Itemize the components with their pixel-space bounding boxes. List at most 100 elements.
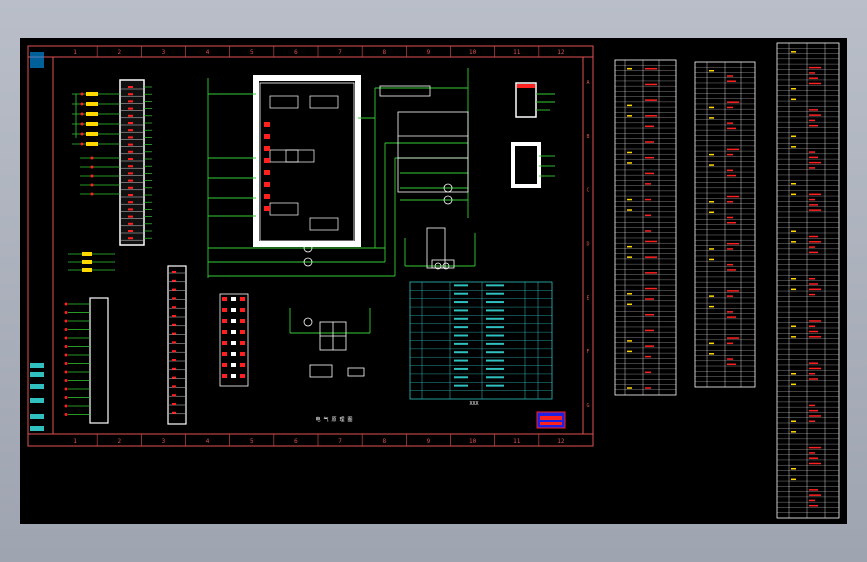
table-entry xyxy=(627,115,632,117)
table-entry xyxy=(709,305,714,308)
table-entry xyxy=(645,329,654,332)
fuse-symbol xyxy=(86,102,98,106)
table-cell-text xyxy=(486,292,504,295)
table-cell-text xyxy=(486,359,504,362)
grid-column-label: 4 xyxy=(206,438,210,445)
table-entry xyxy=(809,378,818,380)
table-entry xyxy=(809,362,818,364)
matrix-cell xyxy=(231,297,236,301)
matrix-cell xyxy=(222,374,227,378)
table-entry xyxy=(727,342,733,345)
matrix-cell xyxy=(231,319,236,323)
table-entry xyxy=(645,156,654,159)
table-entry xyxy=(809,325,815,327)
table-entry xyxy=(727,75,733,77)
table-entry xyxy=(791,288,796,291)
fuse-symbol xyxy=(86,132,98,136)
table-entry xyxy=(727,295,733,297)
table-entry xyxy=(645,141,654,143)
cad-viewport[interactable]: 1 1 2 2 3 3 4 4 5 5 6 6 7 7 8 8 9 9 10 10 11 11 12 12 A B C D E F G xyxy=(20,38,847,524)
table-entry xyxy=(645,272,657,274)
table-entry xyxy=(727,80,736,82)
table-entry xyxy=(791,230,796,232)
table-entry xyxy=(709,201,714,203)
matrix-cell xyxy=(240,374,245,378)
table-entry xyxy=(627,293,632,295)
matrix-cell xyxy=(222,363,227,367)
table-entry xyxy=(727,148,739,151)
table-entry xyxy=(645,172,654,175)
terminal-marker xyxy=(172,411,176,414)
table-entry xyxy=(809,336,821,338)
wiring-table-3 xyxy=(776,42,840,519)
table-entry xyxy=(791,88,796,90)
table-entry xyxy=(809,367,821,370)
table-entry xyxy=(645,99,657,101)
table-entry xyxy=(809,452,815,454)
table-entry xyxy=(709,248,714,250)
table-entry xyxy=(627,198,632,201)
table-entry xyxy=(809,251,818,254)
table-cell-text xyxy=(454,342,468,345)
wiring-table-1 xyxy=(614,59,677,396)
grid-column-label: 2 xyxy=(117,49,121,56)
table-entry xyxy=(791,431,796,433)
table-cell-text xyxy=(486,301,504,304)
table-entry xyxy=(809,494,821,496)
terminal-marker xyxy=(264,122,270,127)
table-entry xyxy=(809,193,821,196)
left-title-strip xyxy=(30,52,44,431)
table-cell-text xyxy=(486,376,504,379)
table-entry xyxy=(727,248,733,250)
table-entry xyxy=(809,288,821,291)
terminal-marker xyxy=(128,100,133,103)
table-entry xyxy=(809,124,818,127)
table-cell-text xyxy=(486,309,504,312)
table-cell-text xyxy=(454,301,468,304)
table-entry xyxy=(727,122,733,124)
table-entry xyxy=(727,169,733,172)
table-entry xyxy=(809,404,815,407)
table-entry xyxy=(791,373,796,375)
grid-column-label: 10 xyxy=(469,438,477,445)
component-table xyxy=(409,281,553,400)
fuse-group-left xyxy=(72,92,120,196)
table-entry xyxy=(809,114,821,116)
matrix-cell xyxy=(240,341,245,345)
terminal-marker xyxy=(128,215,133,218)
table-entry xyxy=(791,146,796,148)
grid-row-label: C xyxy=(586,188,589,194)
table-entry xyxy=(809,409,818,412)
terminal-matrix xyxy=(219,293,249,387)
table-entry xyxy=(809,161,821,164)
table-cell-text xyxy=(486,384,504,387)
diagram-caption: 电 气 原 理 图 xyxy=(315,416,352,423)
table-cell-text xyxy=(486,367,504,370)
table-entry xyxy=(809,246,815,248)
terminal-marker xyxy=(128,122,133,124)
matrix-cell xyxy=(222,352,227,356)
terminal-marker xyxy=(264,206,270,211)
grid-row-label: F xyxy=(586,349,589,355)
matrix-cell xyxy=(222,308,227,312)
table-entry xyxy=(645,256,657,258)
table-entry xyxy=(809,420,815,422)
table-entry xyxy=(791,468,796,470)
grid-column-label: 8 xyxy=(382,49,386,56)
terminal-marker xyxy=(264,170,270,175)
table-entry xyxy=(809,499,815,502)
grid-row-label: B xyxy=(586,134,589,140)
table-entry xyxy=(709,117,714,119)
table-entry xyxy=(809,241,821,243)
grid-row-label: D xyxy=(586,242,589,248)
table-entry xyxy=(809,283,818,285)
matrix-cell xyxy=(231,363,236,367)
table-entry xyxy=(709,69,714,72)
grid-column-label: 12 xyxy=(557,49,565,56)
table-entry xyxy=(727,106,733,109)
table-cell-text xyxy=(454,334,468,337)
table-entry xyxy=(709,258,714,261)
matrix-cell xyxy=(231,374,236,378)
grid-column-label: 7 xyxy=(338,438,342,445)
terminal-marker xyxy=(172,394,176,397)
